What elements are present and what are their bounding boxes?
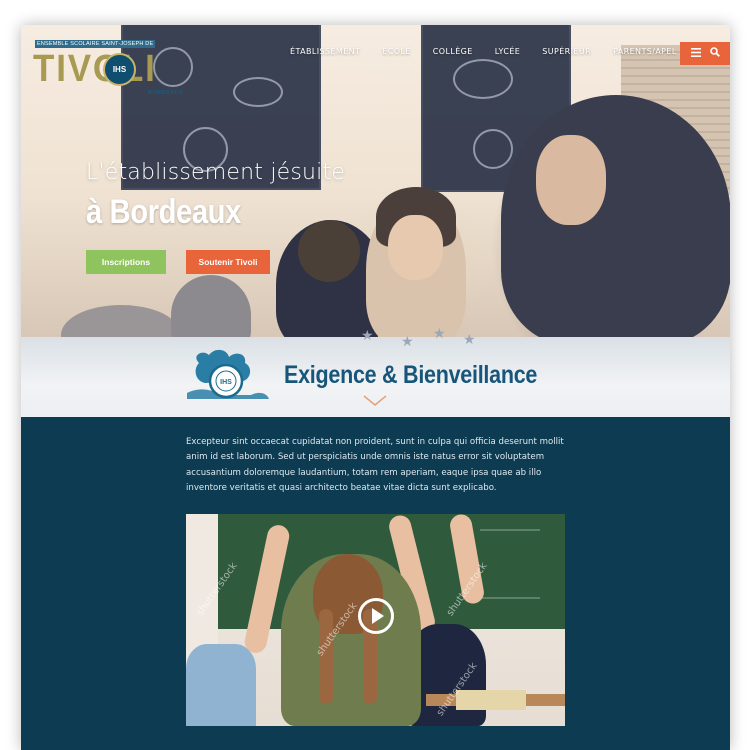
hero-title-line2: à Bordeaux [86, 193, 241, 231]
student-figure [366, 187, 466, 337]
star-icon: ★ [401, 333, 414, 349]
svg-text:IHS: IHS [220, 379, 232, 386]
mascot-emblem-icon: IHS [181, 345, 271, 409]
intro-paragraph: Excepteur sint occaecat cupidatat non pr… [186, 437, 564, 494]
soutenir-button[interactable]: Soutenir Tivoli [186, 250, 270, 274]
nav-item-lycee[interactable]: LYCÉE [484, 47, 532, 56]
logo-tagline: ENSEMBLE SCOLAIRE SAINT-JOSEPH DE [35, 40, 156, 48]
nav-item-ecole[interactable]: ECOLE [371, 47, 421, 56]
hamburger-icon[interactable] [690, 47, 701, 60]
chevron-down-icon[interactable] [360, 393, 390, 408]
logo-city: BORDEAUX [148, 90, 184, 96]
nav-item-parents[interactable]: PARENTS/APEL [602, 47, 688, 56]
menu-search-button[interactable] [680, 42, 730, 65]
play-icon[interactable] [358, 598, 394, 634]
nav-item-etablissement[interactable]: ÉTABLISSEMENT [279, 47, 371, 56]
nav-item-superieur[interactable]: SUPÉRIEUR [531, 47, 602, 56]
motto-title: Exigence & Bienveillance [284, 361, 538, 389]
logo-seal: IHS [103, 53, 136, 86]
star-icon: ★ [463, 331, 476, 347]
main-nav: ÉTABLISSEMENT ECOLE COLLÈGE LYCÉE SUPÉRI… [279, 47, 688, 56]
nav-item-college[interactable]: COLLÈGE [422, 47, 484, 56]
student-figure [186, 644, 256, 726]
hero-title-line1: L'établissement jésuite [86, 160, 346, 185]
logo-seal-text: IHS [112, 65, 127, 74]
logo-wordmark: TIVOLI [33, 48, 157, 90]
inscriptions-button[interactable]: Inscriptions [86, 250, 166, 274]
search-icon[interactable] [709, 47, 720, 60]
student-figure [281, 554, 421, 726]
star-icon: ★ [433, 325, 446, 341]
page-frame: L'établissement jésuite à Bordeaux Inscr… [21, 25, 730, 750]
student-figure [501, 95, 730, 337]
student-figure [61, 305, 181, 337]
site-logo[interactable]: ENSEMBLE SCOLAIRE SAINT-JOSEPH DE TIVOLI… [33, 40, 183, 100]
student-figure [171, 275, 251, 337]
video-player[interactable]: shutterstock shutterstock shutterstock s… [186, 514, 565, 726]
stars-decoration: ★ ★ ★ ★ [351, 325, 491, 355]
star-icon: ★ [361, 327, 374, 343]
